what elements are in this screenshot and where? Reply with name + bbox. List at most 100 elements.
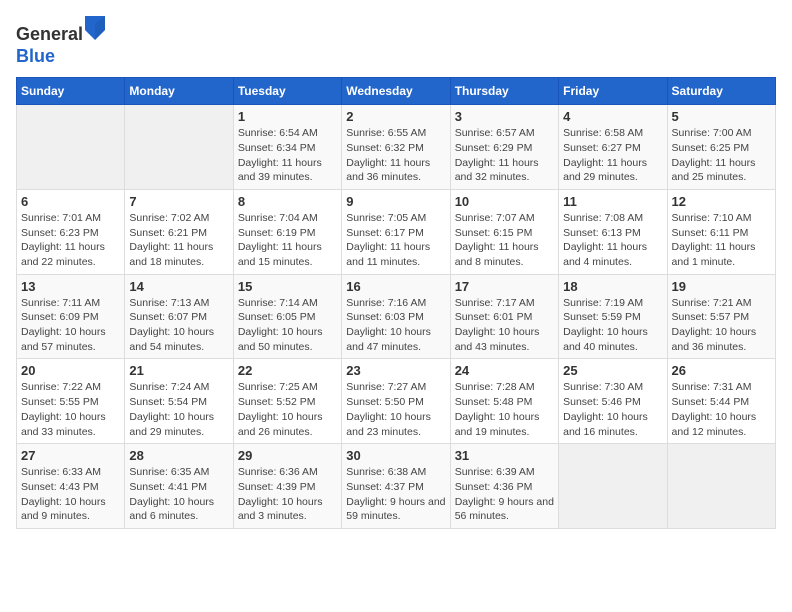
day-number: 13 [21, 279, 120, 294]
day-info: Sunrise: 7:11 AM Sunset: 6:09 PM Dayligh… [21, 296, 120, 355]
calendar-cell: 6Sunrise: 7:01 AM Sunset: 6:23 PM Daylig… [17, 189, 125, 274]
day-number: 15 [238, 279, 337, 294]
day-info: Sunrise: 7:14 AM Sunset: 6:05 PM Dayligh… [238, 296, 337, 355]
header-day-wednesday: Wednesday [342, 78, 450, 105]
header-row: SundayMondayTuesdayWednesdayThursdayFrid… [17, 78, 776, 105]
calendar-cell: 18 Sunrise: 7:19 AM Sunset: 5:59 PM Dayli… [559, 274, 667, 359]
calendar-cell: 23Sunrise: 7:27 AM Sunset: 5:50 PM Dayli… [342, 359, 450, 444]
day-info: Sunrise: 7:19 AM Sunset: 5:59 PM Dayligh… [563, 296, 662, 355]
header-day-sunday: Sunday [17, 78, 125, 105]
header-day-saturday: Saturday [667, 78, 775, 105]
calendar-cell: 9 Sunrise: 7:05 AM Sunset: 6:17 PM Daylig… [342, 189, 450, 274]
header-day-friday: Friday [559, 78, 667, 105]
day-number: 29 [238, 448, 337, 463]
day-number: 3 [455, 109, 554, 124]
page-header: General Blue [16, 16, 776, 67]
day-info: Sunrise: 7:31 AM Sunset: 5:44 PM Dayligh… [672, 380, 771, 439]
day-info: Sunrise: 7:10 AM Sunset: 6:11 PM Dayligh… [672, 211, 771, 270]
week-row-5: 27 Sunrise: 6:33 AM Sunset: 4:43 PM Dayli… [17, 444, 776, 529]
day-number: 28 [129, 448, 228, 463]
calendar-cell: 7Sunrise: 7:02 AM Sunset: 6:21 PM Daylig… [125, 189, 233, 274]
header-day-thursday: Thursday [450, 78, 558, 105]
calendar-table: SundayMondayTuesdayWednesdayThursdayFrid… [16, 77, 776, 529]
day-info: Sunrise: 6:57 AM Sunset: 6:29 PM Dayligh… [455, 126, 554, 185]
day-info: Sunrise: 6:55 AM Sunset: 6:32 PM Dayligh… [346, 126, 445, 185]
day-number: 24 [455, 363, 554, 378]
day-number: 27 [21, 448, 120, 463]
day-number: 6 [21, 194, 120, 209]
calendar-cell: 5 Sunrise: 7:00 AM Sunset: 6:25 PM Daylig… [667, 105, 775, 190]
day-info: Sunrise: 7:13 AM Sunset: 6:07 PM Dayligh… [129, 296, 228, 355]
calendar-cell: 2 Sunrise: 6:55 AM Sunset: 6:32 PM Daylig… [342, 105, 450, 190]
day-number: 5 [672, 109, 771, 124]
day-number: 4 [563, 109, 662, 124]
day-info: Sunrise: 7:21 AM Sunset: 5:57 PM Dayligh… [672, 296, 771, 355]
day-number: 10 [455, 194, 554, 209]
calendar-cell: 12 Sunrise: 7:10 AM Sunset: 6:11 PM Dayli… [667, 189, 775, 274]
calendar-cell: 20 Sunrise: 7:22 AM Sunset: 5:55 PM Dayli… [17, 359, 125, 444]
day-info: Sunrise: 7:08 AM Sunset: 6:13 PM Dayligh… [563, 211, 662, 270]
calendar-cell: 31Sunrise: 6:39 AM Sunset: 4:36 PM Dayli… [450, 444, 558, 529]
calendar-cell: 28 Sunrise: 6:35 AM Sunset: 4:41 PM Dayli… [125, 444, 233, 529]
week-row-4: 20 Sunrise: 7:22 AM Sunset: 5:55 PM Dayli… [17, 359, 776, 444]
calendar-cell: 14 Sunrise: 7:13 AM Sunset: 6:07 PM Dayli… [125, 274, 233, 359]
day-info: Sunrise: 6:35 AM Sunset: 4:41 PM Dayligh… [129, 465, 228, 524]
day-number: 21 [129, 363, 228, 378]
calendar-cell: 11 Sunrise: 7:08 AM Sunset: 6:13 PM Dayli… [559, 189, 667, 274]
calendar-cell: 16Sunrise: 7:16 AM Sunset: 6:03 PM Dayli… [342, 274, 450, 359]
day-number: 12 [672, 194, 771, 209]
day-info: Sunrise: 6:39 AM Sunset: 4:36 PM Dayligh… [455, 465, 554, 524]
day-info: Sunrise: 6:36 AM Sunset: 4:39 PM Dayligh… [238, 465, 337, 524]
calendar-cell: 4 Sunrise: 6:58 AM Sunset: 6:27 PM Daylig… [559, 105, 667, 190]
calendar-cell: 17 Sunrise: 7:17 AM Sunset: 6:01 PM Dayli… [450, 274, 558, 359]
day-number: 14 [129, 279, 228, 294]
day-number: 25 [563, 363, 662, 378]
day-number: 11 [563, 194, 662, 209]
day-info: Sunrise: 7:05 AM Sunset: 6:17 PM Dayligh… [346, 211, 445, 270]
day-number: 18 [563, 279, 662, 294]
day-number: 22 [238, 363, 337, 378]
calendar-cell: 29 Sunrise: 6:36 AM Sunset: 4:39 PM Dayli… [233, 444, 341, 529]
week-row-3: 13 Sunrise: 7:11 AM Sunset: 6:09 PM Dayli… [17, 274, 776, 359]
day-number: 17 [455, 279, 554, 294]
logo: General Blue [16, 16, 105, 67]
day-number: 30 [346, 448, 445, 463]
day-info: Sunrise: 7:22 AM Sunset: 5:55 PM Dayligh… [21, 380, 120, 439]
day-info: Sunrise: 7:25 AM Sunset: 5:52 PM Dayligh… [238, 380, 337, 439]
calendar-cell: 3 Sunrise: 6:57 AM Sunset: 6:29 PM Daylig… [450, 105, 558, 190]
day-info: Sunrise: 6:33 AM Sunset: 4:43 PM Dayligh… [21, 465, 120, 524]
day-number: 7 [129, 194, 228, 209]
calendar-cell [667, 444, 775, 529]
day-info: Sunrise: 6:38 AM Sunset: 4:37 PM Dayligh… [346, 465, 445, 524]
day-info: Sunrise: 7:24 AM Sunset: 5:54 PM Dayligh… [129, 380, 228, 439]
day-number: 26 [672, 363, 771, 378]
day-info: Sunrise: 7:17 AM Sunset: 6:01 PM Dayligh… [455, 296, 554, 355]
calendar-cell: 10 Sunrise: 7:07 AM Sunset: 6:15 PM Dayli… [450, 189, 558, 274]
day-number: 2 [346, 109, 445, 124]
calendar-cell: 22 Sunrise: 7:25 AM Sunset: 5:52 PM Dayli… [233, 359, 341, 444]
day-number: 20 [21, 363, 120, 378]
day-info: Sunrise: 7:07 AM Sunset: 6:15 PM Dayligh… [455, 211, 554, 270]
week-row-2: 6Sunrise: 7:01 AM Sunset: 6:23 PM Daylig… [17, 189, 776, 274]
week-row-1: 1 Sunrise: 6:54 AM Sunset: 6:34 PM Daylig… [17, 105, 776, 190]
calendar-cell: 27 Sunrise: 6:33 AM Sunset: 4:43 PM Dayli… [17, 444, 125, 529]
day-info: Sunrise: 7:27 AM Sunset: 5:50 PM Dayligh… [346, 380, 445, 439]
header-day-monday: Monday [125, 78, 233, 105]
calendar-cell: 30 Sunrise: 6:38 AM Sunset: 4:37 PM Dayli… [342, 444, 450, 529]
header-day-tuesday: Tuesday [233, 78, 341, 105]
calendar-cell: 26 Sunrise: 7:31 AM Sunset: 5:44 PM Dayli… [667, 359, 775, 444]
day-number: 1 [238, 109, 337, 124]
day-number: 9 [346, 194, 445, 209]
day-info: Sunrise: 6:58 AM Sunset: 6:27 PM Dayligh… [563, 126, 662, 185]
calendar-cell [17, 105, 125, 190]
day-info: Sunrise: 6:54 AM Sunset: 6:34 PM Dayligh… [238, 126, 337, 185]
day-number: 8 [238, 194, 337, 209]
calendar-cell: 15 Sunrise: 7:14 AM Sunset: 6:05 PM Dayli… [233, 274, 341, 359]
calendar-cell: 25Sunrise: 7:30 AM Sunset: 5:46 PM Dayli… [559, 359, 667, 444]
day-info: Sunrise: 7:00 AM Sunset: 6:25 PM Dayligh… [672, 126, 771, 185]
calendar-cell: 24Sunrise: 7:28 AM Sunset: 5:48 PM Dayli… [450, 359, 558, 444]
calendar-cell: 13 Sunrise: 7:11 AM Sunset: 6:09 PM Dayli… [17, 274, 125, 359]
calendar-cell: 19 Sunrise: 7:21 AM Sunset: 5:57 PM Dayli… [667, 274, 775, 359]
day-number: 19 [672, 279, 771, 294]
logo-general: General [16, 24, 83, 44]
